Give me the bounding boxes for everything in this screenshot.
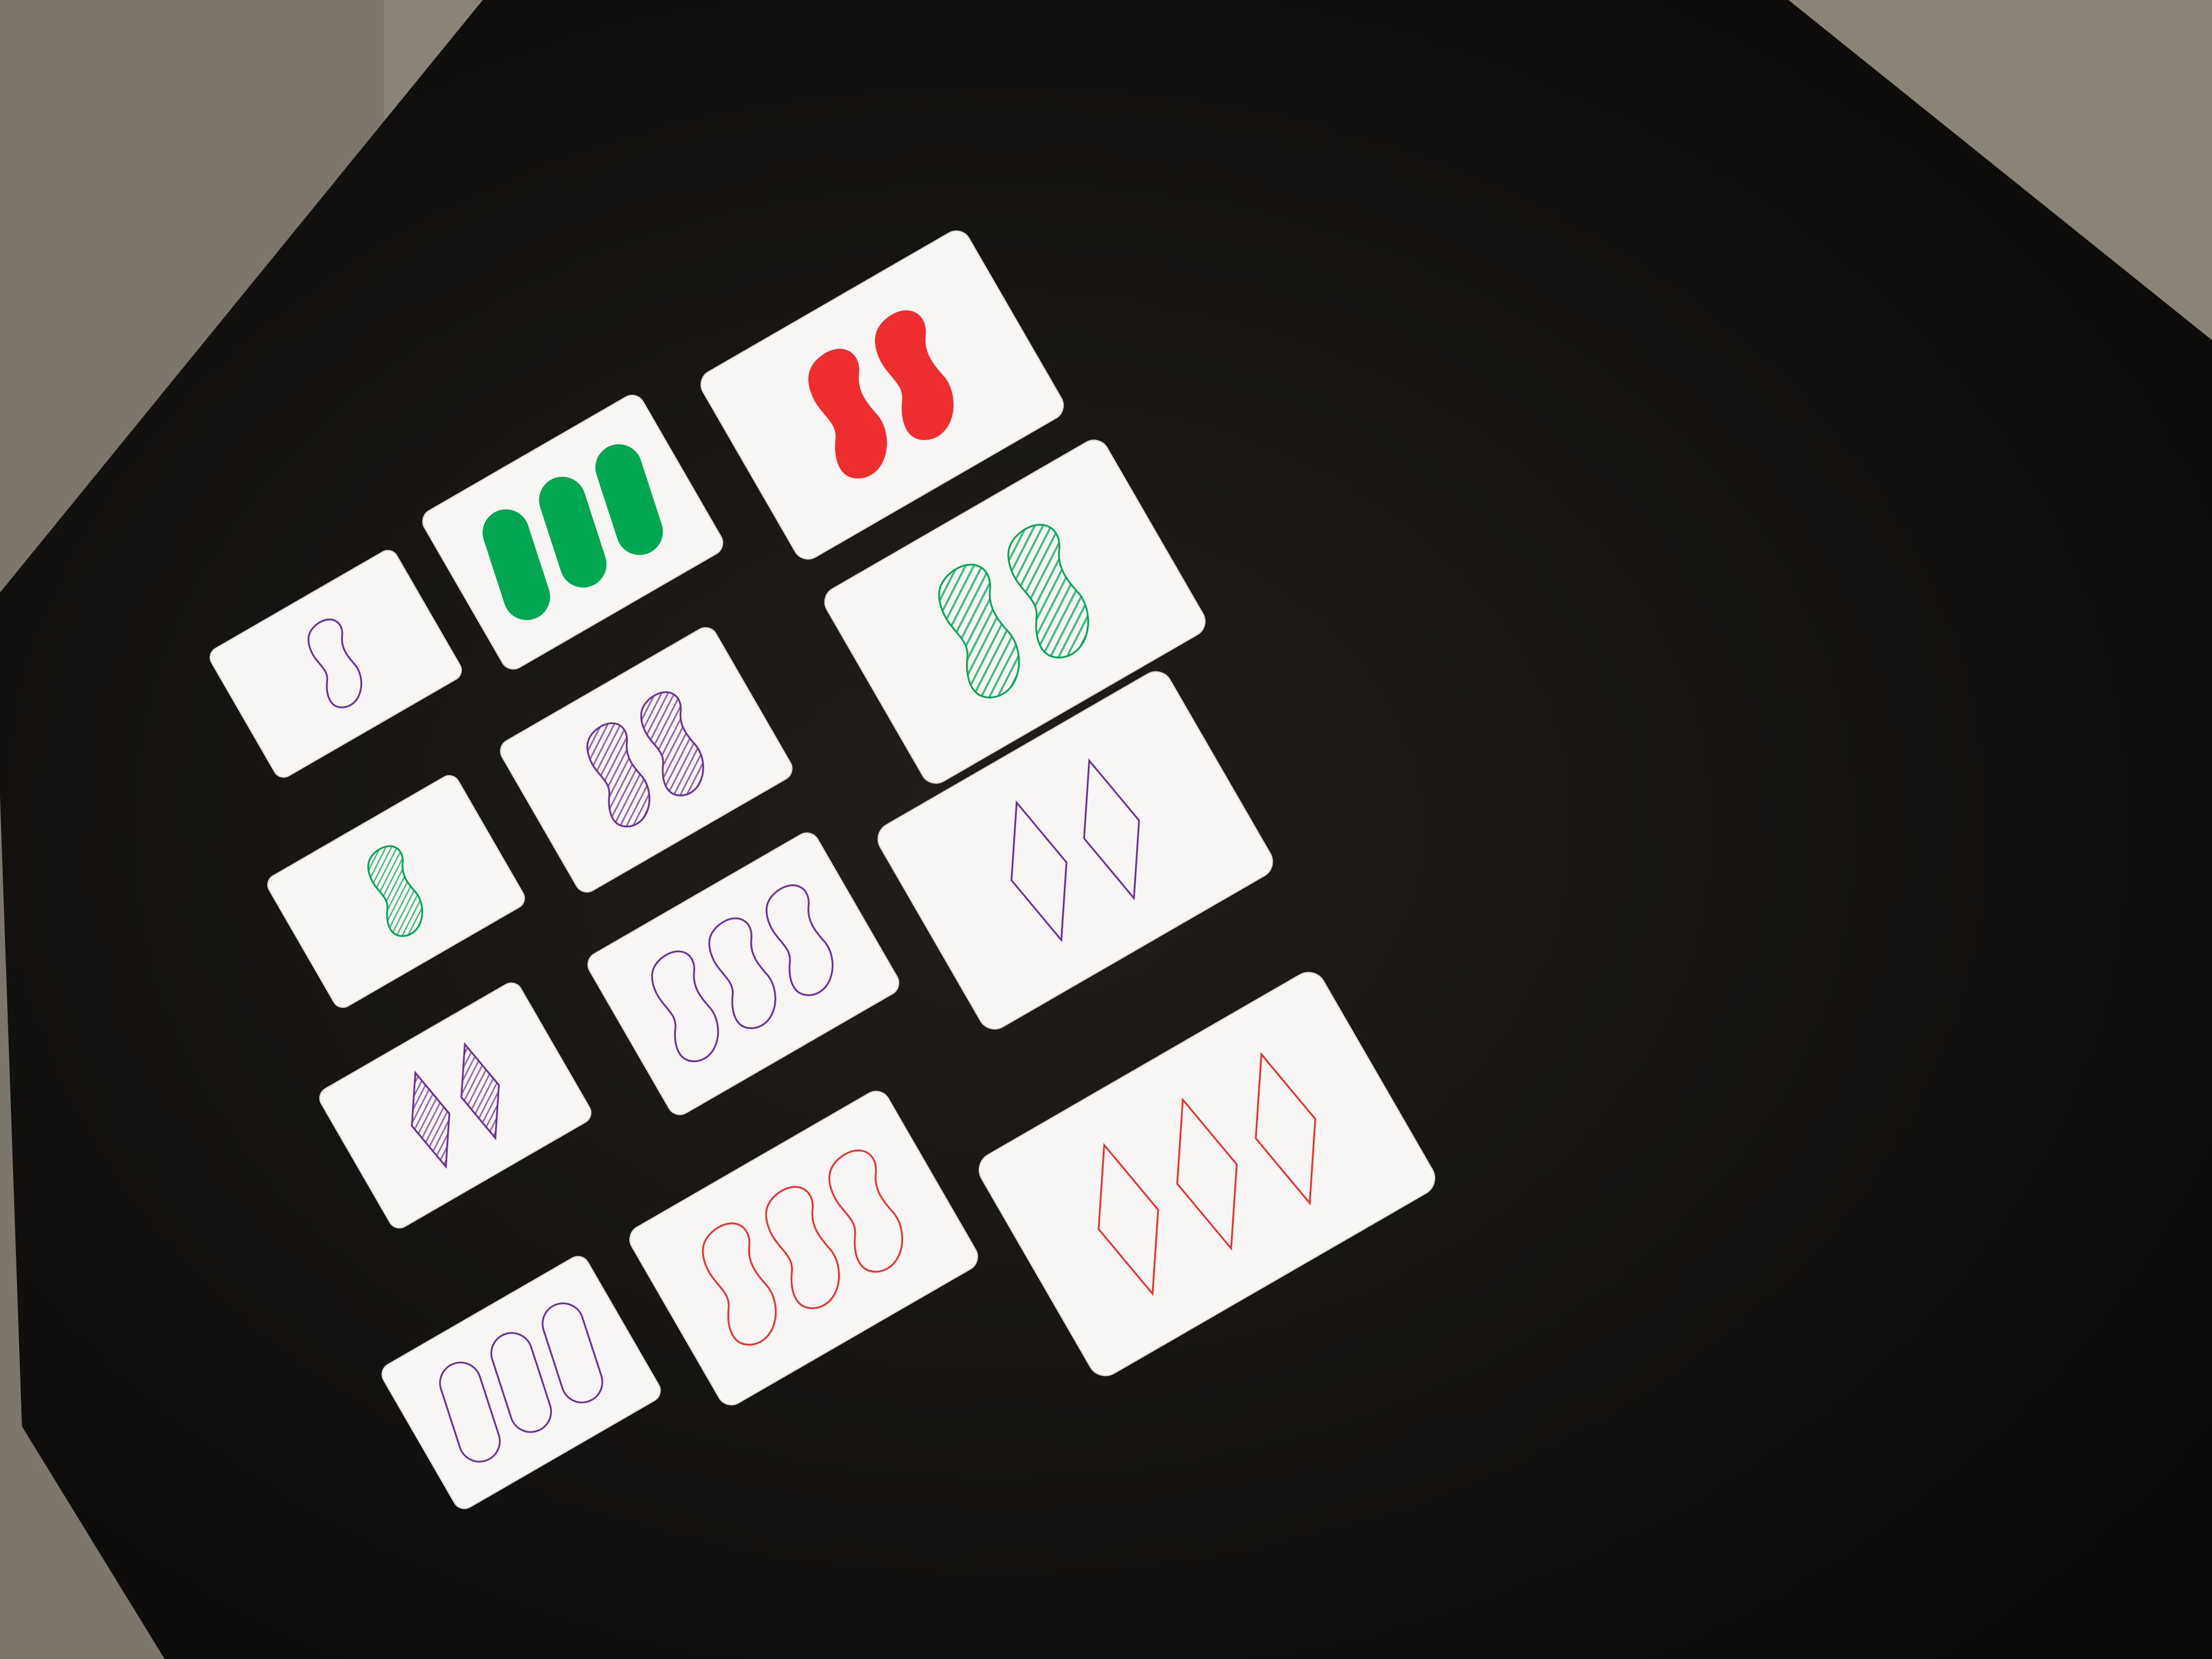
table-scene [0,0,2212,1659]
